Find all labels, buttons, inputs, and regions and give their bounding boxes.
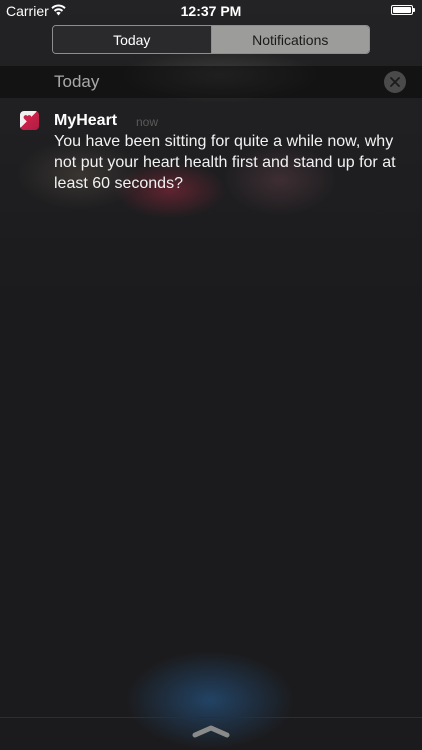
tab-today[interactable]: Today [53,26,212,53]
notification-time: now [136,115,159,129]
tab-notifications-label: Notifications [252,31,329,48]
tab-today-label: Today [113,31,151,48]
segmented-control: Today Notifications [52,25,370,54]
heart-app-icon [20,111,39,130]
status-bar: Carrier 12:37 PM [0,0,422,22]
close-icon [390,77,400,87]
section-header: Today [0,66,422,98]
clear-button[interactable] [384,71,406,93]
battery-icon [391,5,415,15]
bottom-divider [0,717,422,718]
tab-notifications[interactable]: Notifications [211,26,369,53]
clock-time: 12:37 PM [180,3,242,19]
notification-message: You have been sitting for quite a while … [54,133,396,192]
pull-up-handle-icon[interactable] [192,724,230,738]
section-title: Today [54,72,100,91]
notification-app-name: MyHeart [54,112,118,129]
heart-icon [23,115,32,123]
